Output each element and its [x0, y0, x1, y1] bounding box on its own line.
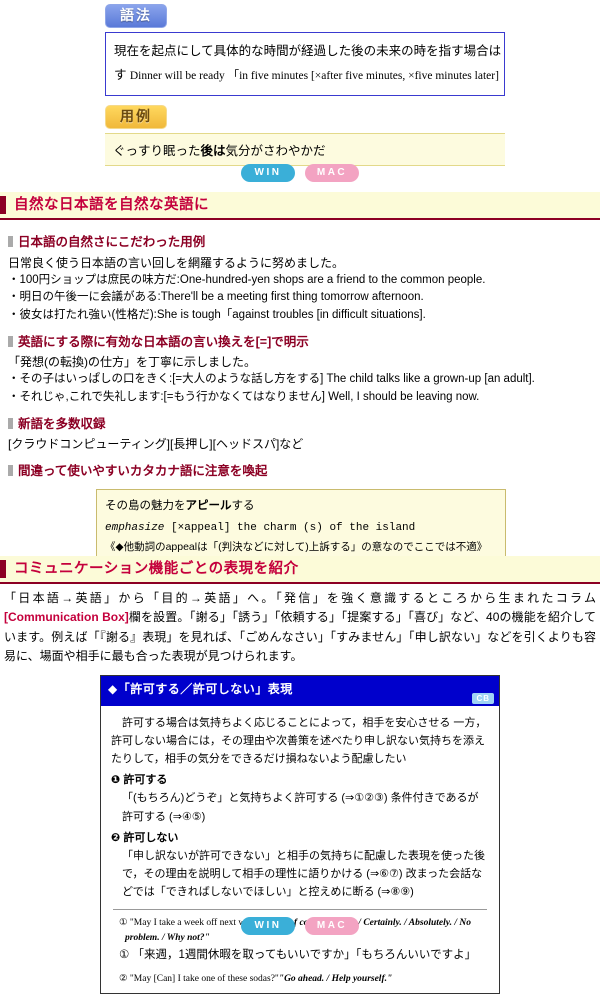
square-bullet-icon: [8, 236, 13, 248]
sub-head: 英語にする際に有効な日本語の言い換えを[=]で明示: [8, 333, 592, 352]
callout-gloss: emphasize [×appeal] the charm (s) of the…: [105, 518, 497, 538]
panel-example-en: ② "May [Can] I take one of these sodas?"…: [119, 972, 489, 987]
grammar-line-2: す Dinner will be ready 「in five minutes …: [114, 64, 499, 88]
panel-header: ◆「許可する／許可しない」表現 CB: [101, 675, 499, 706]
grammar-line-2-jp: す: [114, 67, 127, 82]
panel-title: ◆「許可する／許可しない」表現: [108, 681, 293, 696]
specimen-block: 語法 現在を起点にして具体的な時間が経過した後の未来の時を指す場合は す Din…: [105, 4, 505, 167]
mac-badge[interactable]: MAC: [305, 917, 359, 935]
section-title-natural: 自然な日本語を自然な英語に: [14, 197, 209, 213]
platform-badges-bottom: WIN MAC: [0, 908, 600, 939]
group-lead: [クラウドコンピューティング][長押し][ヘッドスパ]など: [8, 437, 304, 452]
communication-box-panel: ◆「許可する／許可しない」表現 CB 許可する場合は気持ちよく応じることによって…: [100, 674, 500, 994]
group-lead: 「発想(の転換)の仕方」を丁寧に示しました。: [8, 355, 256, 370]
example-gap: [111, 965, 489, 972]
example-line: ・100円ショップは庶民の味方だ:One-hundred-yen shops a…: [8, 273, 486, 286]
natural-group: 英語にする際に有効な日本語の言い換えを[=]で明示 「発想(の転換)の仕方」を丁…: [8, 333, 592, 407]
example-line: ・明日の午後一に会議がある:There'll be a meeting firs…: [8, 291, 424, 304]
callout-headword-pre: その島の魅力を: [105, 500, 186, 513]
paragraph-part-1: 「日本語→英語」から「目的→英語」へ。「発信」を強く意識するところから生まれたコ…: [4, 591, 596, 606]
panel-item-head: ❷ 許可しない: [111, 831, 179, 844]
usage-tag-row: 用例: [105, 105, 505, 130]
panel-intro: 許可する場合は気持ちよく応じることによって，相手を安心させる 一方，許可しない場…: [111, 716, 487, 766]
panel-item-body: 「(もちろん)どうぞ」と気持ちよく許可する (⇒①②③) 条件付きであるが許可す…: [122, 792, 479, 823]
communication-box-panel-wrap: ◆「許可する／許可しない」表現 CB 許可する場合は気持ちよく応じることによって…: [100, 674, 500, 994]
group-lead: 日常良く使う日本語の言い回しを網羅するように努めました。: [8, 255, 345, 270]
natural-group: 日本語の自然さにこだわった用例 日常良く使う日本語の言い回しを網羅するように努め…: [8, 233, 592, 325]
example-number: ②: [119, 974, 128, 985]
section-header-natural: 自然な日本語を自然な英語に: [0, 192, 600, 221]
platform-badges-top: WIN MAC: [0, 155, 600, 186]
section-natural-japanese: 自然な日本語を自然な英語に 日本語の自然さにこだわった用例 日常良く使う日本語の…: [0, 192, 600, 566]
sub-head-label: 間違って使いやすいカタカナ語に注意を喚起: [18, 463, 268, 478]
panel-example-jp: ① 「来週，1週間休暇を取ってもいいですか」「もちろんいいですよ」: [119, 946, 489, 966]
sub-head: 日本語の自然さにこだわった用例: [8, 233, 592, 252]
grammar-box: 現在を起点にして具体的な時間が経過した後の未来の時を指す場合は す Dinner…: [105, 31, 505, 97]
sub-head-label: 日本語の自然さにこだわった用例: [18, 235, 206, 250]
sub-head: 新語を多数収録: [8, 415, 592, 434]
katakana-callout-box: その島の魅力をアピールする emphasize [×appeal] the ch…: [96, 489, 506, 566]
section-title-communication: コミュニケーション機能ごとの表現を紹介: [14, 561, 299, 577]
natural-group: 新語を多数収録 [クラウドコンピューティング][長押し][ヘッドスパ]など: [8, 415, 592, 454]
example-jp-text: 「来週，1週間休暇を取ってもいいですか」「もちろんいいですよ」: [132, 948, 477, 961]
example-question: "May [Can] I take one of these sodas?": [129, 974, 279, 985]
grammar-tag-row: 語法: [105, 4, 505, 28]
natural-group-katakana: 間違って使いやすいカタカナ語に注意を喚起: [8, 462, 592, 481]
panel-item-head: ❶ 許可する: [111, 774, 168, 787]
sub-head-label: 新語を多数収録: [18, 416, 106, 431]
callout-headword-bold: アピール: [185, 500, 232, 513]
callout-gloss-rest: [×appeal] the charm (s) of the island: [164, 521, 416, 534]
sub-head-label: 英語にする際に有効な日本語の言い換えを[=]で明示: [18, 334, 309, 349]
usage-tag: 用例: [105, 105, 167, 130]
communication-box-name: [Communication Box]: [4, 610, 129, 625]
example-answer: "Go ahead. / Help yourself.": [278, 974, 393, 985]
square-bullet-icon: [8, 464, 13, 476]
panel-item-body: 「申し訳ないが許可できない」と相手の気持ちに配慮した表現を使った後で，その理由を…: [122, 849, 485, 899]
callout-headword: その島の魅力をアピールする: [105, 496, 497, 517]
callout-note: 《◆他動詞のappealは「(判決などに対して)上訴する」の意なのでここでは不適…: [105, 540, 488, 553]
section-accent-bar: [0, 560, 6, 579]
example-line: ・それじゃ,これで失礼します:[=もう行かなくてはなりません] Well, I …: [8, 391, 480, 404]
section-body-natural: 日本語の自然さにこだわった用例 日常良く使う日本語の言い回しを網羅するように努め…: [0, 220, 600, 484]
grammar-line-2-en: Dinner will be ready 「in five minutes [×…: [129, 69, 499, 82]
square-bullet-icon: [8, 417, 13, 429]
cb-badge: CB: [472, 692, 494, 704]
mac-badge[interactable]: MAC: [305, 164, 359, 182]
callout-headword-post: する: [231, 500, 255, 513]
grammar-tag: 語法: [105, 4, 167, 28]
communication-paragraph: 「日本語→英語」から「目的→英語」へ。「発信」を強く意識するところから生まれたコ…: [0, 584, 600, 666]
example-number: ①: [119, 948, 130, 961]
win-badge[interactable]: WIN: [241, 917, 295, 935]
section-accent-bar: [0, 196, 6, 215]
callout-gloss-italic: emphasize: [105, 521, 165, 534]
example-line: ・彼女は打たれ強い(性格だ):She is tough「against trou…: [8, 309, 426, 322]
sub-head: 間違って使いやすいカタカナ語に注意を喚起: [8, 462, 592, 481]
example-line: ・その子はいっぱしの口をきく:[=大人のような話し方をする] The child…: [8, 373, 535, 386]
square-bullet-icon: [8, 335, 13, 347]
grammar-line-1: 現在を起点にして具体的な時間が経過した後の未来の時を指す場合は: [114, 43, 502, 58]
win-badge[interactable]: WIN: [241, 164, 295, 182]
section-header-communication: コミュニケーション機能ごとの表現を紹介: [0, 556, 600, 585]
